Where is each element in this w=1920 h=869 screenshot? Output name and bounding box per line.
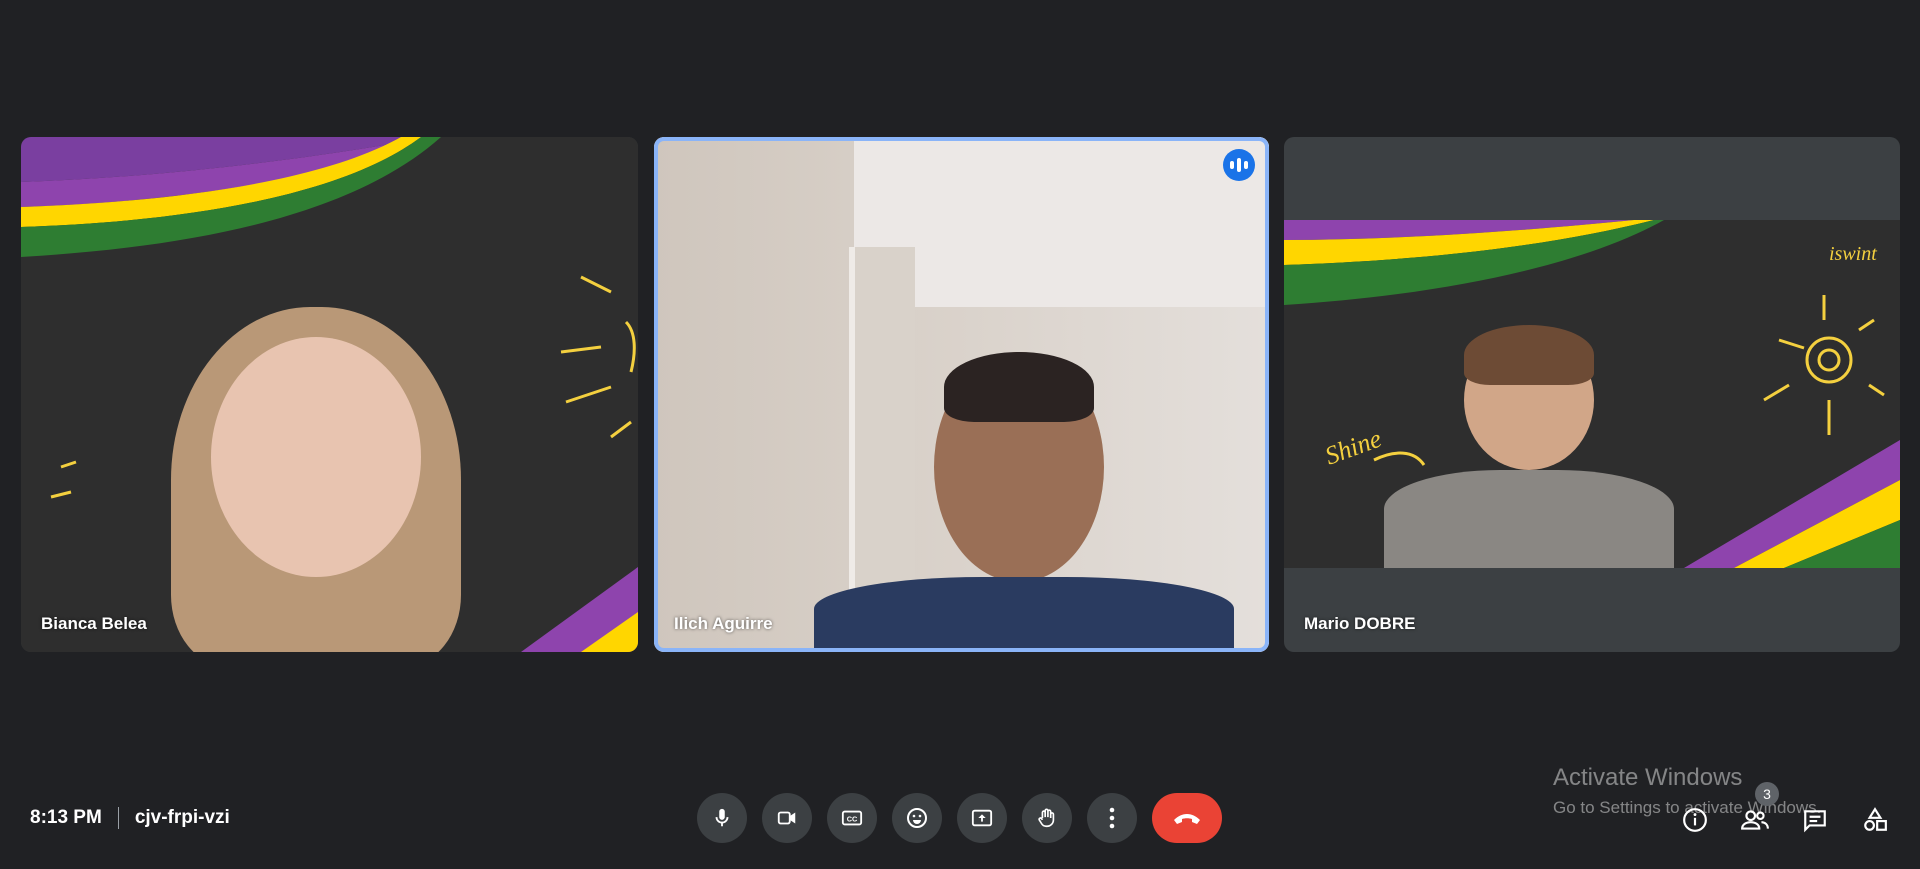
video-feed: iswint Shine [1284,220,1900,568]
leave-call-button[interactable] [1152,793,1222,843]
more-icon [1109,807,1115,829]
people-button[interactable]: 3 [1737,782,1779,838]
face [211,337,421,577]
people-count-badge: 3 [1755,782,1779,806]
microphone-button[interactable] [697,793,747,843]
participant-tile-bianca[interactable]: Bianca Belea [21,137,638,652]
present-button[interactable] [957,793,1007,843]
mic-icon [715,808,729,827]
speaking-indicator-icon [1223,149,1255,181]
shirt [1384,470,1674,568]
people-icon [1741,810,1769,830]
participant-tile-ilich[interactable]: Ilich Aguirre [654,137,1269,652]
ceiling [854,137,1269,307]
meeting-time: 8:13 PM [30,807,102,828]
divider [117,807,119,829]
meeting-info: 8:13 PM cjv-frpi-vzi [30,807,230,829]
chat-icon [1804,810,1826,833]
svg-text:iswint: iswint [1829,243,1877,265]
call-controls: CC [697,793,1222,843]
reactions-button[interactable] [892,793,942,843]
captions-button[interactable]: CC [827,793,877,843]
meeting-details-button[interactable] [1677,802,1713,838]
raise-hand-button[interactable] [1022,793,1072,843]
phone-end-icon [1174,814,1200,824]
video-feed [21,137,638,652]
camera-button[interactable] [762,793,812,843]
info-icon [1683,808,1707,832]
present-icon [971,809,993,827]
video-feed [654,137,1269,652]
participant-name: Bianca Belea [41,614,147,633]
participant-name: Mario DOBRE [1304,614,1416,633]
cc-icon: CC [841,810,863,826]
hair [1464,325,1594,385]
hand-icon [1038,808,1055,828]
shirt [814,577,1234,652]
meeting-code: cjv-frpi-vzi [134,807,230,828]
participant-name: Ilich Aguirre [674,614,773,633]
activities-icon [1864,807,1887,831]
hair [944,352,1094,422]
svg-text:Shine: Shine [1321,424,1385,471]
svg-text:CC: CC [847,815,858,824]
participant-tile-mario[interactable]: iswint Shine Mario DOBRE [1284,137,1900,652]
emoji-icon [907,808,927,828]
chat-button[interactable] [1797,802,1833,838]
camera-icon [777,811,796,825]
watermark-title: Activate Windows [1553,764,1743,791]
activities-button[interactable] [1857,802,1893,838]
more-options-button[interactable] [1087,793,1137,843]
